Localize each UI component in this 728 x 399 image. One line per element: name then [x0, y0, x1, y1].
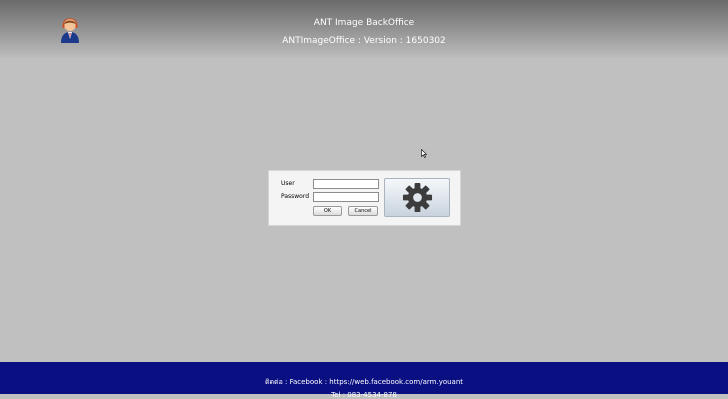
header-bar: ANT Image BackOffice ANTImageOffice : Ve… [0, 0, 728, 58]
version-label: ANTImageOffice : Version : 1650302 [282, 36, 446, 46]
password-label: Password [281, 193, 310, 200]
user-label: User [281, 180, 295, 187]
phone-text: Tel : 083-4534-878 [331, 391, 397, 399]
login-dialog: User Password OK Cancel [268, 170, 461, 226]
app-title: ANT Image BackOffice [313, 18, 415, 28]
contact-text: ติดต่อ : Facebook : https://web.facebook… [264, 378, 464, 386]
footer-bar: ติดต่อ : Facebook : https://web.facebook… [0, 362, 728, 399]
settings-button[interactable] [384, 178, 450, 217]
ok-button[interactable]: OK [313, 206, 342, 216]
user-input[interactable] [313, 179, 379, 189]
gear-icon [402, 182, 433, 213]
cancel-button[interactable]: Cancel [348, 206, 378, 216]
mouse-cursor-icon [421, 149, 427, 158]
password-input[interactable] [313, 192, 379, 202]
